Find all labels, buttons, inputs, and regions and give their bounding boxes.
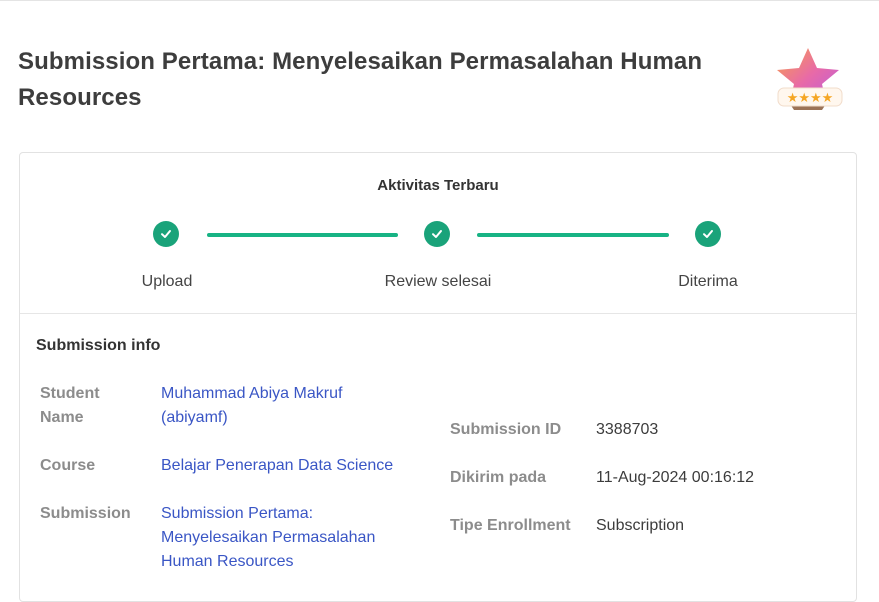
section-divider [20, 313, 856, 314]
four-star-badge-icon: ★★★★ [770, 44, 850, 118]
tipe-enrollment-value: Subscription [596, 517, 685, 534]
dikirim-pada-label: Dikirim pada [450, 469, 547, 486]
step-label-diterima: Diterima [678, 273, 738, 290]
submission-id-value: 3388703 [596, 421, 659, 438]
dikirim-pada-value: 11-Aug-2024 00:16:12 [596, 469, 755, 486]
progress-connector-1 [207, 233, 398, 237]
submission-card: Aktivitas Terbaru Upload Review selesai … [19, 152, 857, 602]
submission-link[interactable]: Submission Pertama: Menyelesaikan Permas… [161, 502, 401, 574]
svg-text:★★★★: ★★★★ [787, 91, 834, 106]
page-title: Submission Pertama: Menyelesaikan Permas… [18, 48, 703, 111]
activity-title: Aktivitas Terbaru [377, 177, 499, 194]
step-label-upload: Upload [141, 273, 193, 290]
step-label-review: Review selesai [384, 273, 492, 290]
progress-connector-2 [477, 233, 669, 237]
student-name-label: Student Name [40, 385, 100, 426]
student-name-link[interactable]: Muhammad Abiya Makruf (abiyamf) [161, 382, 391, 430]
top-divider [0, 0, 879, 1]
submission-id-label: Submission ID [450, 421, 562, 438]
course-link[interactable]: Belajar Penerapan Data Science [161, 454, 421, 478]
course-label: Course [40, 457, 96, 474]
tipe-enrollment-label: Tipe Enrollment [450, 517, 571, 534]
step-review-check-icon [424, 221, 450, 247]
submission-info-title: Submission info [36, 337, 161, 354]
step-upload-check-icon [153, 221, 179, 247]
submission-label: Submission [40, 505, 131, 522]
step-diterima-check-icon [695, 221, 721, 247]
